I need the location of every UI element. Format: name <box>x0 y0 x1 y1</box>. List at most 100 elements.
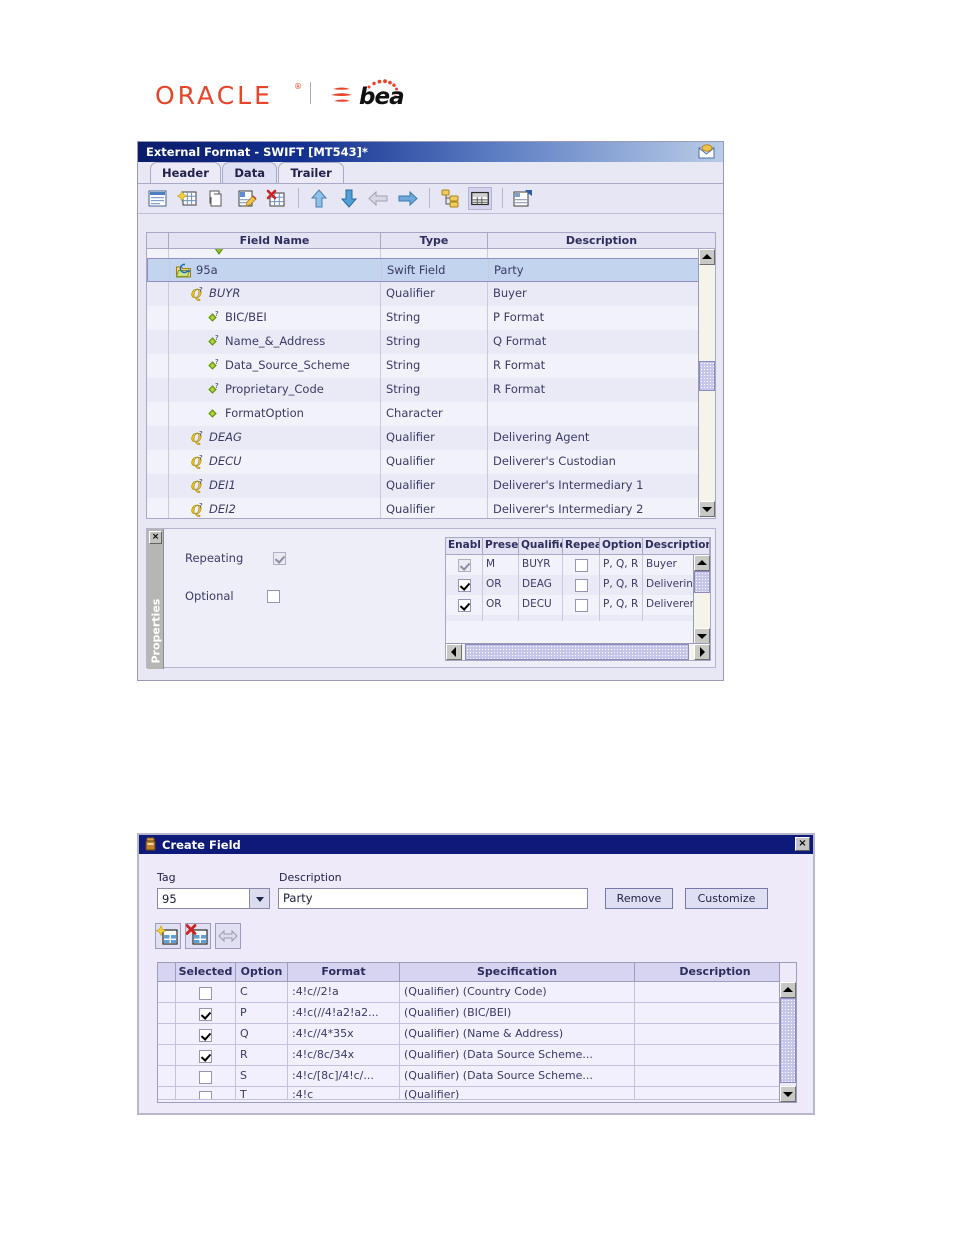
repeating-checkbox[interactable] <box>574 578 588 592</box>
grid-header-description[interactable]: Description <box>635 963 796 982</box>
grid-header-option[interactable]: Option <box>236 963 288 982</box>
enabled-checkbox[interactable] <box>457 578 471 592</box>
tree-header-description[interactable]: Description <box>488 233 715 248</box>
row-option: P <box>236 1003 288 1024</box>
table-row[interactable]: C :4!c//2!a (Qualifier) (Country Code) <box>158 982 796 1003</box>
add-format-icon[interactable] <box>155 923 181 949</box>
table-row[interactable]: R :4!c/8c/34x (Qualifier) (Data Source S… <box>158 1045 796 1066</box>
selected-checkbox[interactable] <box>199 1008 212 1021</box>
demote-right-icon[interactable] <box>396 187 420 210</box>
enabled-checkbox[interactable] <box>457 558 471 572</box>
qualifier-header-qualifier[interactable]: Qualifier <box>519 538 563 555</box>
qualifier-header-enabled[interactable]: Enabl... <box>446 538 483 555</box>
qualifier-header-description[interactable]: Description <box>643 538 710 555</box>
new-field-icon[interactable] <box>176 187 200 210</box>
chevron-down-icon[interactable] <box>249 889 269 908</box>
scroll-right-button[interactable] <box>694 644 710 660</box>
repeating-checkbox[interactable] <box>574 558 588 572</box>
row-type <box>381 249 488 258</box>
scroll-up-button[interactable] <box>699 249 715 265</box>
scroll-down-button[interactable] <box>699 501 715 517</box>
row-option: S <box>236 1066 288 1087</box>
grid-header-format[interactable]: Format <box>288 963 400 982</box>
table-row[interactable]: ? Proprietary_Code String R Format <box>147 378 715 402</box>
qualifier-cell-repeating <box>563 575 600 595</box>
qualifier-horizontal-scrollbar[interactable] <box>446 643 710 660</box>
grid-header-specification[interactable]: Specification <box>400 963 635 982</box>
delete-format-icon[interactable] <box>185 923 211 949</box>
table-row[interactable]: M BUYR P, Q, R Buyer <box>446 555 710 575</box>
scroll-down-button[interactable] <box>780 1086 796 1102</box>
selected-checkbox[interactable] <box>199 1029 212 1042</box>
grid-view-icon[interactable] <box>468 187 492 210</box>
tab-data[interactable]: Data <box>222 162 277 183</box>
resize-columns-icon[interactable] <box>215 923 241 949</box>
table-row[interactable]: OR DEAG P, Q, R Delivering... <box>446 575 710 595</box>
row-option: Q <box>236 1024 288 1045</box>
move-down-icon[interactable] <box>337 187 361 210</box>
scrollbar-thumb[interactable] <box>694 571 710 593</box>
move-up-icon[interactable] <box>307 187 331 210</box>
logo-divider <box>310 82 311 104</box>
row-specification: (Qualifier) <box>400 1087 635 1100</box>
optional-checkbox[interactable] <box>267 590 281 603</box>
scrollbar-thumb[interactable] <box>699 361 715 391</box>
table-row[interactable]: FormatOption Character <box>147 402 715 426</box>
table-row[interactable]: T :4!c (Qualifier) <box>158 1087 796 1100</box>
selected-checkbox[interactable] <box>199 1091 212 1099</box>
delete-field-icon[interactable] <box>264 187 288 210</box>
qualifier-header-options[interactable]: Options <box>600 538 643 555</box>
table-row[interactable]: ? BIC/BEI String P Format <box>147 306 715 330</box>
row-gutter <box>147 474 169 498</box>
enabled-checkbox[interactable] <box>457 598 471 612</box>
row-description <box>488 402 715 426</box>
remove-button[interactable]: Remove <box>605 888 673 909</box>
table-row[interactable]: ? Data_Source_Scheme String R Format <box>147 354 715 378</box>
table-row[interactable]: P :4!c(//4!a2!a2... (Qualifier) (BIC/BEI… <box>158 1003 796 1024</box>
close-icon[interactable]: × <box>795 837 810 851</box>
table-row[interactable]: OR DECU P, Q, R Deliverer'... <box>446 595 710 615</box>
selected-checkbox[interactable] <box>199 1071 212 1084</box>
grid-vertical-scrollbar[interactable] <box>779 963 796 1102</box>
selected-checkbox[interactable] <box>199 1050 212 1063</box>
qualifier-header-presence[interactable]: Prese... <box>483 538 519 555</box>
scroll-up-button[interactable] <box>780 982 796 998</box>
tag-combobox[interactable]: 95 <box>157 888 270 909</box>
customize-button[interactable]: Customize <box>685 888 768 909</box>
scrollbar-thumb[interactable] <box>780 998 796 1083</box>
edit-field-icon[interactable] <box>235 187 259 210</box>
scrollbar-thumb[interactable] <box>465 644 689 660</box>
table-row[interactable]: Q :4!c//4*35x (Qualifier) (Name & Addres… <box>158 1024 796 1045</box>
table-row[interactable]: Q ? DECU Qualifier Deliverer's Custodian <box>147 450 715 474</box>
table-row[interactable]: Q ? DEI1 Qualifier Deliverer's Intermedi… <box>147 474 715 498</box>
tab-header[interactable]: Header <box>150 162 221 183</box>
close-icon[interactable]: × <box>149 531 162 544</box>
table-row[interactable]: Q ? DEAG Qualifier Delivering Agent <box>147 426 715 450</box>
tree-vertical-scrollbar[interactable] <box>698 249 715 517</box>
grid-header-selected[interactable]: Selected <box>176 963 236 982</box>
tree-header-type[interactable]: Type <box>381 233 488 248</box>
scroll-up-button[interactable] <box>694 555 710 571</box>
table-row[interactable]: Q ? BUYR Qualifier Buyer <box>147 282 715 306</box>
tree-header-field-name[interactable]: Field Name <box>169 233 381 248</box>
repeating-checkbox[interactable] <box>574 598 588 612</box>
qualifier-header-repeating[interactable]: Repea... <box>563 538 600 555</box>
table-row[interactable]: S :4!c/[8c]/4!c/... (Qualifier) (Data So… <box>158 1066 796 1087</box>
dialog-toolbar <box>155 923 243 949</box>
tree-view-icon[interactable] <box>439 187 463 210</box>
table-row[interactable]: ? Name_&_Address String Q Format <box>147 330 715 354</box>
repeating-checkbox[interactable] <box>272 552 286 565</box>
promote-left-icon[interactable] <box>366 187 390 210</box>
selected-checkbox[interactable] <box>199 987 212 1000</box>
properties-view-icon[interactable] <box>146 187 170 210</box>
application-icon <box>145 837 156 851</box>
tab-trailer[interactable]: Trailer <box>278 162 344 183</box>
description-input[interactable]: Party <box>278 888 588 909</box>
show-properties-icon[interactable] <box>511 187 535 210</box>
table-row[interactable]: 95a Swift Field Party <box>147 258 715 282</box>
scroll-left-button[interactable] <box>446 644 462 660</box>
table-row[interactable]: Q ? DEI2 Qualifier Deliverer's Intermedi… <box>147 498 715 518</box>
qualifier-vertical-scrollbar[interactable] <box>693 555 710 644</box>
scroll-down-button[interactable] <box>694 628 710 644</box>
copy-icon[interactable] <box>205 187 229 210</box>
